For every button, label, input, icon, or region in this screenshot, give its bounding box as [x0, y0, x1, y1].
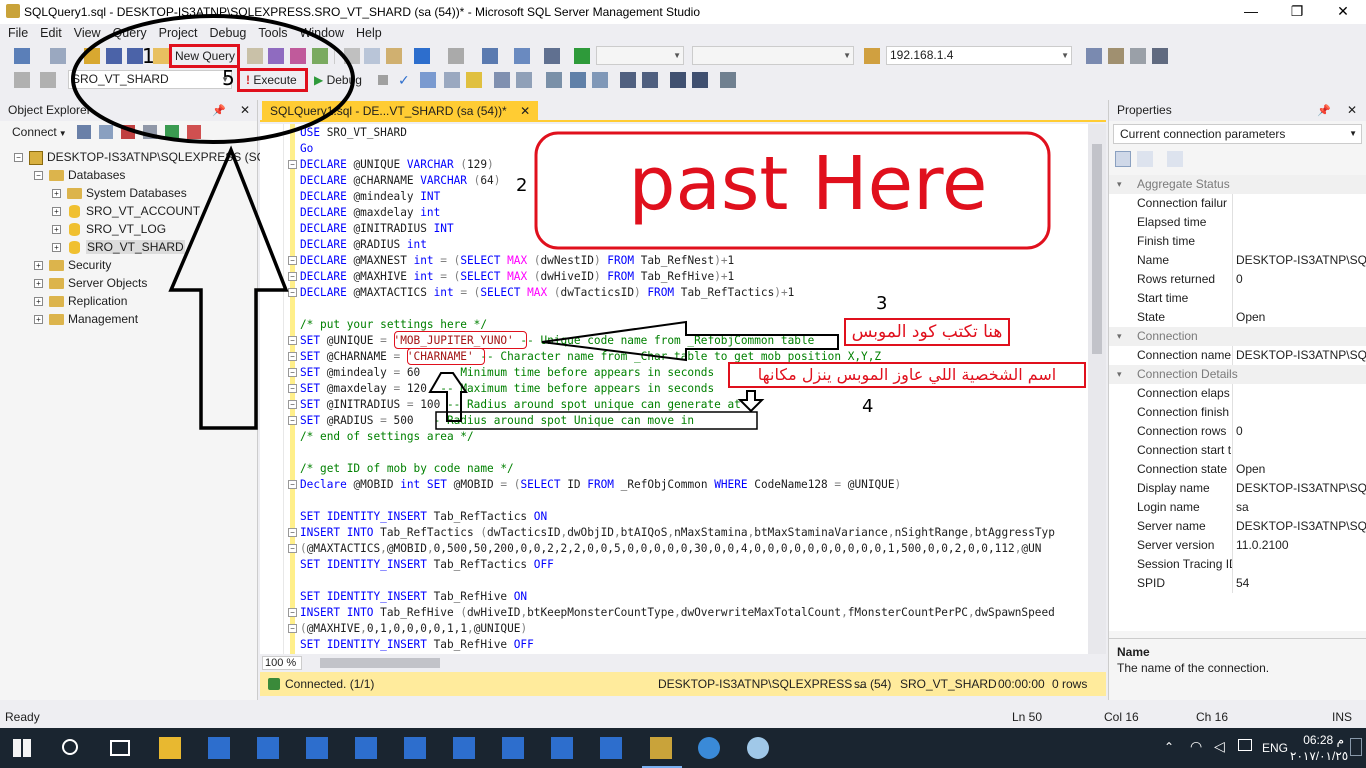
paste-here-label: past Here	[628, 141, 988, 227]
annotation-number-1: 1	[142, 44, 155, 68]
small-down-arrow	[737, 390, 765, 413]
annotation-number-4: 4	[862, 396, 874, 417]
arabic-charname-label: اسم الشخصية اللي عاوز الموبس ينزل مكانها	[728, 362, 1086, 388]
annotation-ellipse	[71, 14, 355, 144]
arabic-mob-code-label: هنا تكتب كود الموبس	[844, 318, 1010, 346]
radius-line-box	[435, 411, 758, 430]
annotation-overlay	[71, 14, 1051, 430]
big-up-arrow	[168, 145, 289, 430]
arrow-to-unique	[541, 320, 839, 362]
annotation-number-5: 5	[222, 66, 235, 90]
annotation-number-2: 2	[516, 175, 528, 196]
annotation-number-3: 3	[876, 293, 888, 314]
